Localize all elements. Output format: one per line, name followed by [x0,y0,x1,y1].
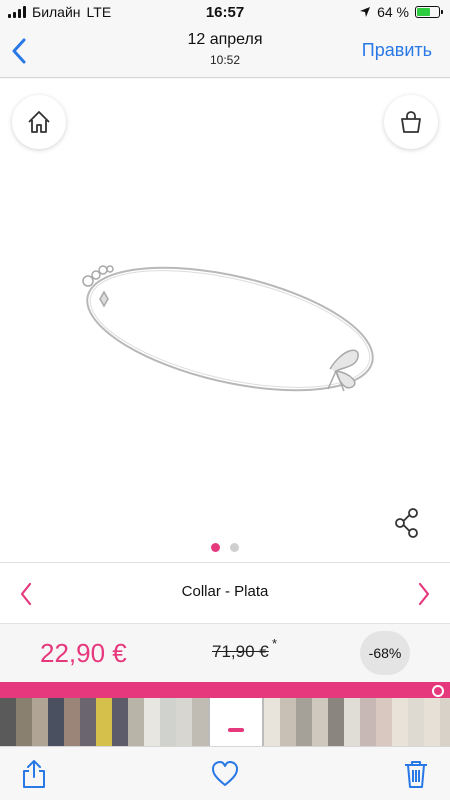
old-price: 71,90 € [212,642,269,661]
thumbnail[interactable] [16,698,32,746]
current-price: 22,90 € [40,638,127,668]
location-arrow-icon [360,7,371,17]
thumbnail[interactable] [176,698,192,746]
thumbnail[interactable] [208,698,264,746]
thumbnail[interactable] [80,698,96,746]
thumbnail[interactable] [32,698,48,746]
home-icon [28,111,50,133]
carousel-dot[interactable] [230,543,239,552]
thumbnail[interactable] [0,698,16,746]
thumbnail[interactable] [48,698,64,746]
thumbnail[interactable] [160,698,176,746]
thumbnail[interactable] [112,698,128,746]
thumbnail[interactable] [192,698,208,746]
thumbnail[interactable] [424,698,440,746]
price-row: 22,90 € 71,90 € * -68% [0,624,450,682]
carousel-dot[interactable] [211,543,220,552]
status-bar: Билайн LTE 16:57 64 % [0,0,450,26]
battery-icon [415,6,443,18]
edit-button[interactable]: Править [362,40,432,61]
thumbnail[interactable] [280,698,296,746]
thumbnail-strip[interactable] [0,682,450,746]
photo-viewer-screen: Билайн LTE 16:57 64 % 12 апреля 10:52 Пр… [0,0,450,800]
share-icon[interactable] [394,507,420,539]
product-image[interactable] [60,249,390,409]
product-card: Collar - Plata 22,90 € 71,90 € * -68% [0,79,450,682]
heart-icon[interactable] [211,759,239,789]
thumbnail[interactable] [64,698,80,746]
thumbnail[interactable] [344,698,360,746]
thumbnail[interactable] [128,698,144,746]
status-right: 64 % [359,4,443,20]
thumbnail[interactable] [264,698,280,746]
thumbnail-list[interactable] [0,698,450,746]
chevron-right-icon[interactable] [416,581,432,607]
shopping-bag-icon [401,111,421,133]
bottom-toolbar [0,746,450,800]
thumbnail[interactable] [296,698,312,746]
thumbnail-strip-header [0,682,450,698]
thumbnail[interactable] [408,698,424,746]
old-price-footnote-mark: * [272,636,278,651]
home-button[interactable] [12,95,66,149]
thumbnail[interactable] [312,698,328,746]
product-name-row: Collar - Plata [0,562,450,624]
thumbnail[interactable] [376,698,392,746]
share-icon[interactable] [20,759,48,789]
thumbnail[interactable] [440,698,450,746]
battery-percent: 64 % [377,4,409,20]
thumbnail[interactable] [96,698,112,746]
thumbnail[interactable] [392,698,408,746]
thumbnail[interactable] [360,698,376,746]
carousel-indicator [0,543,450,552]
thumbnail[interactable] [328,698,344,746]
cart-button[interactable] [384,95,438,149]
discount-badge: -68% [360,631,410,675]
trash-icon[interactable] [402,759,430,789]
navigation-bar: 12 апреля 10:52 Править [0,26,450,78]
thumbnail[interactable] [144,698,160,746]
product-name: Collar - Plata [181,583,269,600]
